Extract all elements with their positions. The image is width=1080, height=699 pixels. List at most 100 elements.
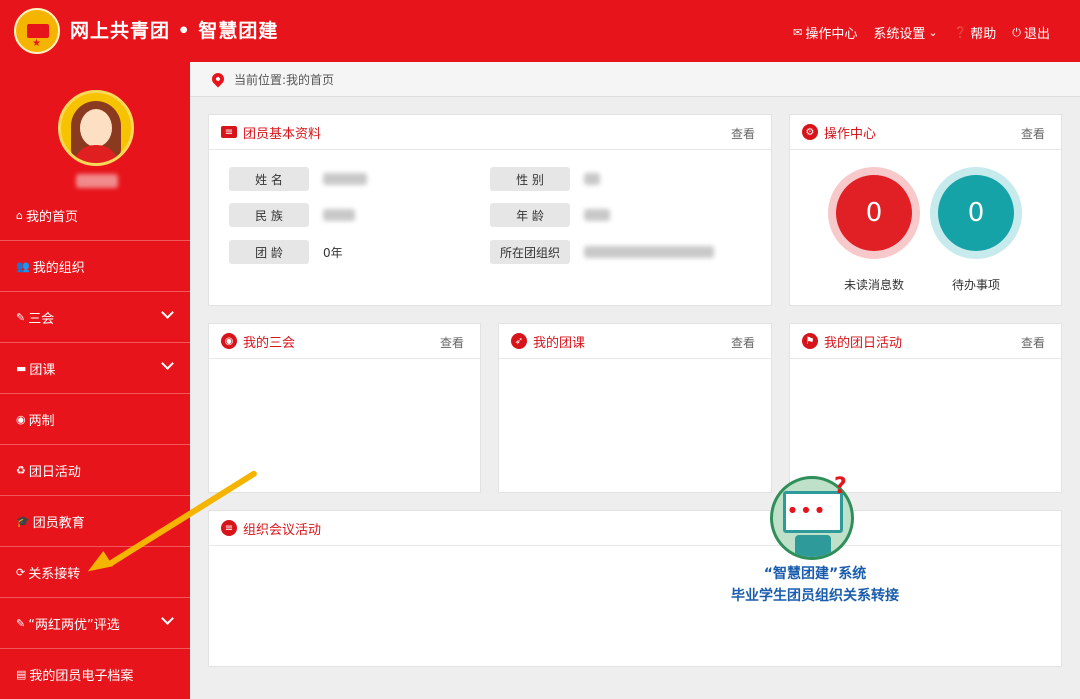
view-link[interactable]: 查看 bbox=[1021, 334, 1045, 351]
sidebar-item-label: 我的组织 bbox=[32, 260, 85, 276]
basic-info-panel: ≡ 团员基本资料 查看 姓 名 性 别 民 族 年 龄 团 龄 0年 所在团组织 bbox=[208, 114, 772, 306]
refresh-icon: ⟳ bbox=[16, 565, 26, 579]
file-icon: ▤ bbox=[16, 667, 27, 681]
basic-info-header: ≡ 团员基本资料 查看 bbox=[209, 115, 771, 150]
nav-ops-center[interactable]: ✉ 操作中心 bbox=[793, 23, 857, 42]
view-link[interactable]: 查看 bbox=[731, 125, 755, 142]
promo-title: “智慧团建”系统 bbox=[763, 566, 867, 582]
league-logo-icon[interactable]: ★ bbox=[14, 8, 60, 54]
league-lessons-panel: ➶ 我的团课 查看 bbox=[498, 323, 772, 493]
panel-title: 操作中心 bbox=[824, 126, 877, 142]
nav-ops-center-label: 操作中心 bbox=[805, 27, 858, 42]
todo-count: 0 bbox=[938, 175, 1014, 251]
label-age: 年 龄 bbox=[490, 203, 570, 227]
recycle-icon: ♻ bbox=[16, 463, 26, 477]
folder-icon: ▬ bbox=[16, 361, 27, 375]
unread-messages-badge[interactable]: 0 bbox=[828, 167, 920, 259]
value-org-blurred bbox=[584, 246, 714, 258]
view-link[interactable]: 查看 bbox=[440, 334, 464, 351]
sidebar-menu: ⌂ 我的首页 👥 我的组织 ✎ 三会 ▬ 团课 ◉ 两制 ♻ 团日活动 🎓 团员… bbox=[0, 190, 190, 699]
circle-dot-icon: ◉ bbox=[16, 412, 26, 426]
top-nav: ✉ 操作中心 系统设置 ⌄ ❓ 帮助 ⏻ 退出 bbox=[793, 23, 1050, 43]
flag-icon: ⚑ bbox=[802, 333, 818, 349]
label-gender: 性 别 bbox=[490, 167, 570, 191]
sidebar: ⌂ 我的首页 👥 我的组织 ✎ 三会 ▬ 团课 ◉ 两制 ♻ 团日活动 🎓 团员… bbox=[0, 62, 190, 699]
label-name: 姓 名 bbox=[229, 167, 309, 191]
label-league-age: 团 龄 bbox=[229, 240, 309, 264]
ops-center-panel: ⚙ 操作中心 查看 0 0 未读消息数 待办事项 bbox=[789, 114, 1062, 306]
sidebar-item-label: 团课 bbox=[29, 362, 56, 378]
avatar[interactable] bbox=[58, 90, 134, 166]
power-icon: ⏻ bbox=[1012, 25, 1021, 39]
league-day-panel: ⚑ 我的团日活动 查看 bbox=[789, 323, 1062, 493]
edit-icon: ✎ bbox=[16, 310, 26, 324]
sidebar-item-two-systems[interactable]: ◉ 两制 bbox=[0, 394, 190, 445]
user-name-blurred bbox=[76, 174, 118, 188]
graduation-cap-icon: 🎓 bbox=[16, 514, 30, 528]
panel-title: 我的团课 bbox=[533, 335, 586, 351]
sidebar-item-label: 团员教育 bbox=[32, 515, 85, 531]
home-icon: ⌂ bbox=[16, 208, 23, 222]
nav-help-label: 帮助 bbox=[970, 27, 997, 42]
gear-icon: ⚙ bbox=[802, 124, 818, 140]
nav-settings-label: 系统设置 bbox=[873, 27, 926, 42]
nav-help[interactable]: ❓ 帮助 bbox=[954, 23, 997, 42]
sidebar-item-selection[interactable]: ✎ “两红两优”评选 bbox=[0, 598, 190, 649]
sidebar-item-e-archive[interactable]: ▤ 我的团员电子档案 bbox=[0, 649, 190, 699]
site-title: 网上共青团 • 智慧团建 bbox=[70, 20, 279, 42]
sidebar-item-label: 三会 bbox=[28, 311, 55, 327]
nav-logout-label: 退出 bbox=[1023, 27, 1050, 42]
org-meetings-header: ≡ 组织会议活动 bbox=[209, 511, 1061, 546]
edit-icon: ✎ bbox=[16, 616, 26, 630]
help-icon: ❓ bbox=[953, 26, 968, 39]
todo-items-badge[interactable]: 0 bbox=[930, 167, 1022, 259]
league-lessons-header: ➶ 我的团课 查看 bbox=[499, 324, 771, 359]
panel-title: 我的团日活动 bbox=[824, 335, 903, 351]
sidebar-item-label: 我的团员电子档案 bbox=[29, 668, 134, 684]
sidebar-item-label: “两红两优”评选 bbox=[28, 617, 120, 633]
sidebar-item-organization[interactable]: 👥 我的组织 bbox=[0, 241, 190, 292]
view-link[interactable]: 查看 bbox=[1021, 125, 1045, 142]
chevron-down-icon: ⌄ bbox=[928, 26, 938, 39]
id-card-icon: ≡ bbox=[221, 126, 237, 138]
value-name-blurred bbox=[323, 173, 367, 185]
todo-label: 待办事项 bbox=[951, 278, 1000, 292]
sidebar-item-league-lessons[interactable]: ▬ 团课 bbox=[0, 343, 190, 394]
label-org: 所在团组织 bbox=[490, 240, 570, 264]
nav-logout[interactable]: ⏻ 退出 bbox=[1012, 23, 1050, 43]
chevron-down-icon bbox=[161, 612, 174, 625]
breadcrumb: 当前位置:我的首页 bbox=[190, 62, 1080, 97]
sidebar-item-label: 我的首页 bbox=[25, 209, 78, 225]
sidebar-item-league-day[interactable]: ♻ 团日活动 bbox=[0, 445, 190, 496]
users-icon: 👥 bbox=[16, 259, 30, 273]
view-link[interactable]: 查看 bbox=[731, 334, 755, 351]
top-header: ★ 网上共青团 • 智慧团建 ✉ 操作中心 系统设置 ⌄ ❓ 帮助 ⏻ 退出 bbox=[0, 0, 1080, 62]
list-icon: ≡ bbox=[221, 520, 237, 536]
rocket-icon: ➶ bbox=[511, 333, 527, 349]
panel-title: 组织会议活动 bbox=[243, 522, 322, 538]
nav-settings[interactable]: 系统设置 ⌄ bbox=[873, 23, 937, 42]
ops-center-header: ⚙ 操作中心 查看 bbox=[790, 115, 1061, 150]
question-mark-icon: ? bbox=[834, 474, 847, 499]
sidebar-item-three-meetings[interactable]: ✎ 三会 bbox=[0, 292, 190, 343]
cup-icon: ◉ bbox=[221, 333, 237, 349]
breadcrumb-text: 当前位置:我的首页 bbox=[234, 72, 335, 87]
sidebar-item-education[interactable]: 🎓 团员教育 bbox=[0, 496, 190, 547]
three-meetings-header: ◉ 我的三会 查看 bbox=[209, 324, 480, 359]
value-age-blurred bbox=[584, 209, 610, 221]
value-gender-blurred bbox=[584, 173, 600, 185]
promo-subtitle: 毕业学生团员组织关系转接 bbox=[731, 588, 899, 604]
envelope-icon: ✉ bbox=[793, 26, 803, 39]
panel-title: 我的三会 bbox=[243, 335, 296, 351]
sidebar-item-home[interactable]: ⌂ 我的首页 bbox=[0, 190, 190, 241]
org-meetings-panel: ≡ 组织会议活动 bbox=[208, 510, 1062, 667]
sidebar-item-label: 关系接转 bbox=[28, 566, 81, 582]
location-pin-icon bbox=[209, 70, 227, 88]
panel-title: 团员基本资料 bbox=[243, 126, 322, 142]
sidebar-item-label: 团日活动 bbox=[28, 464, 81, 480]
unread-label: 未读消息数 bbox=[843, 278, 904, 292]
value-league-age: 0年 bbox=[323, 245, 343, 260]
three-meetings-panel: ◉ 我的三会 查看 bbox=[208, 323, 481, 493]
unread-count: 0 bbox=[836, 175, 912, 251]
chevron-down-icon bbox=[161, 306, 174, 319]
